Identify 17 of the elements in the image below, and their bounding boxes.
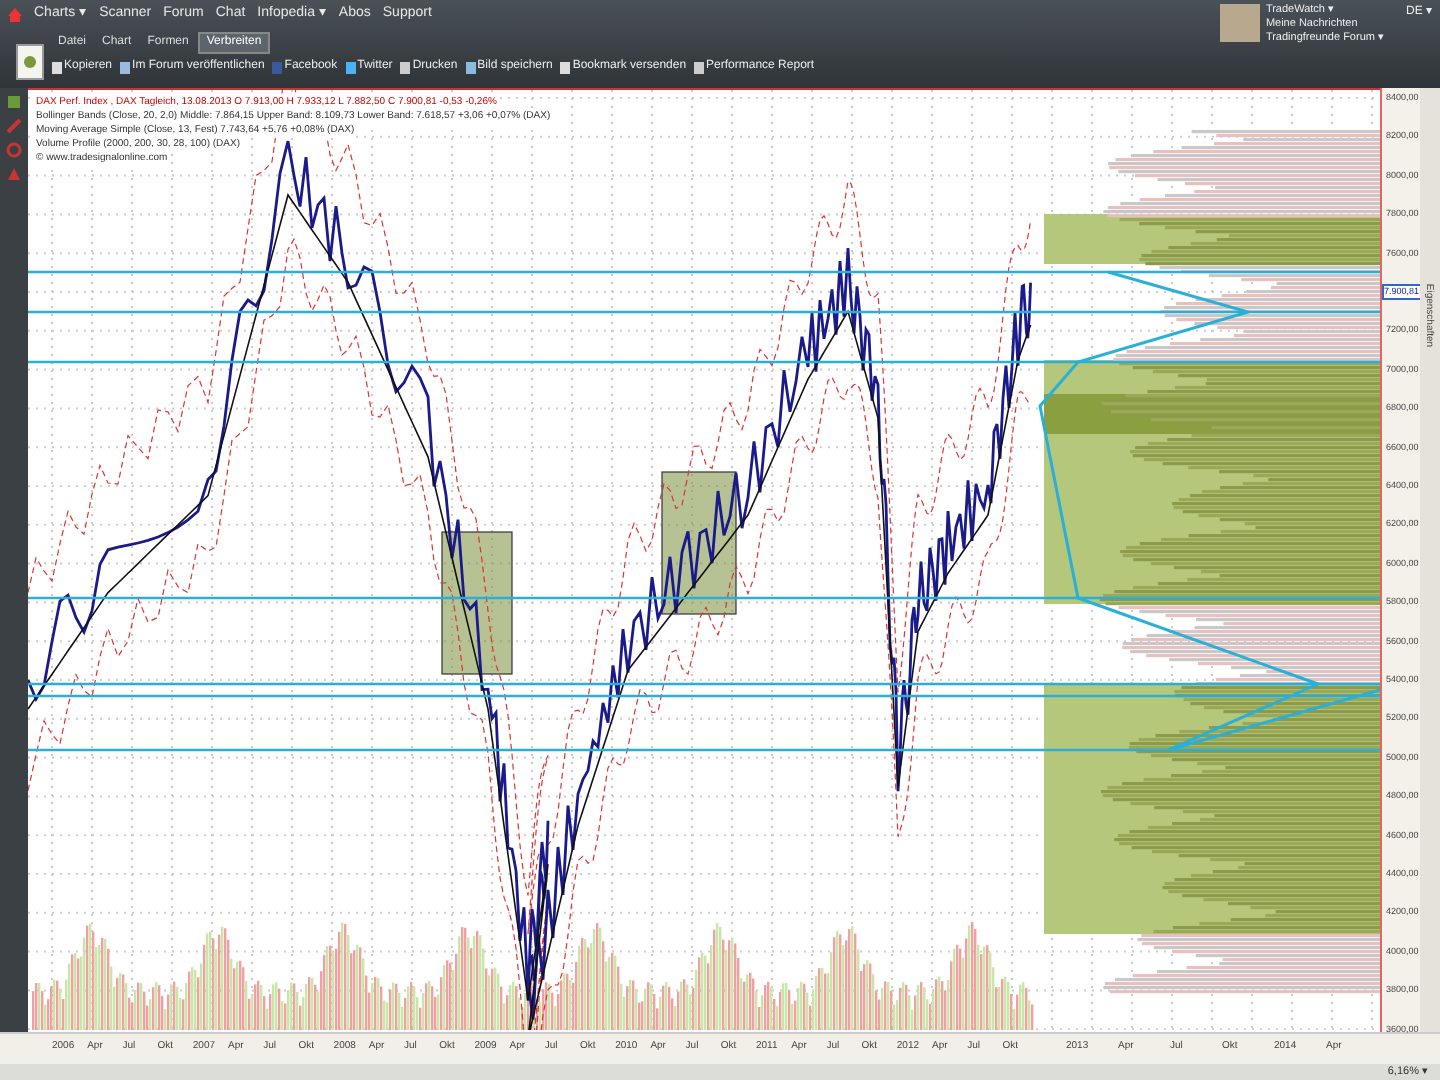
range-box xyxy=(661,471,737,615)
leaf-icon xyxy=(22,54,38,70)
toolbar-icon xyxy=(52,61,62,73)
toolbar-icon xyxy=(400,61,411,73)
triangle-icon[interactable] xyxy=(6,166,22,182)
toolbar-icon xyxy=(272,61,283,73)
toolbar-icon xyxy=(465,61,476,73)
pen-icon[interactable] xyxy=(6,118,22,134)
toolbar-icon xyxy=(694,61,705,73)
toolbar-icon xyxy=(560,61,571,73)
avatar-placeholder xyxy=(1219,4,1260,42)
toolbar-icon xyxy=(345,61,356,73)
home-icon[interactable] xyxy=(8,8,22,22)
range-box xyxy=(441,531,513,675)
circle-icon[interactable] xyxy=(6,142,22,158)
toolbar-icon xyxy=(120,61,131,73)
cursor-icon[interactable] xyxy=(6,94,22,110)
